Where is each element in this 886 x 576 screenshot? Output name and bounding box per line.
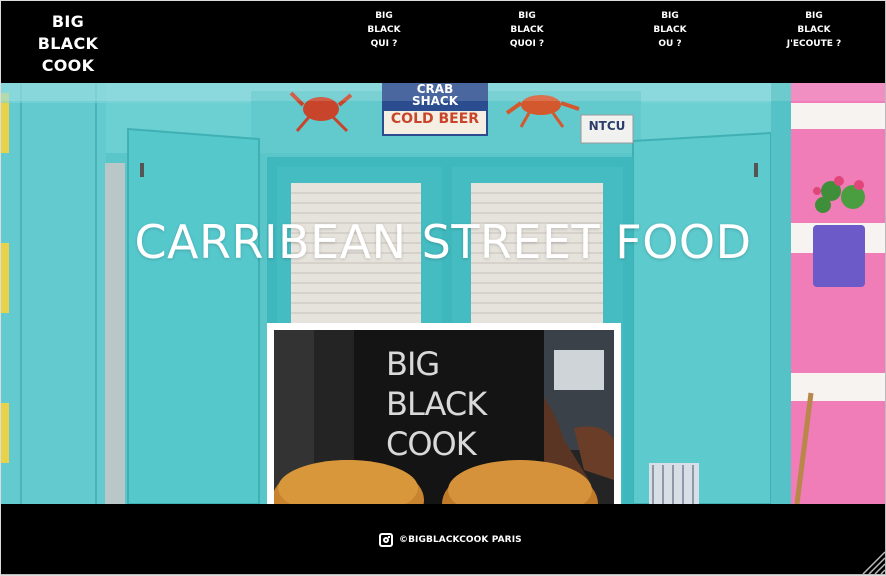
nav-jecoute-line-2: BLACK (797, 25, 831, 35)
nav-quoi-line-2: BLACK (510, 25, 544, 35)
nav-jecoute-line-3: J'ECOUTE ? (786, 39, 842, 49)
apron-line-3: COOK (386, 425, 477, 463)
apron-text: BIG BLACK COOK (386, 344, 526, 464)
nav-quoi-line-3: QUOI ? (509, 39, 545, 49)
logo-line-2: BLACK (37, 34, 99, 53)
nav-qui-line-1: BIG (375, 11, 393, 21)
footer: ©BIGBLACKCOOK PARIS (1, 504, 885, 574)
nav-jecoute-line-1: BIG (805, 11, 823, 21)
resize-grip-icon[interactable] (859, 548, 885, 574)
chef-photo: BIG BLACK COOK (267, 323, 621, 504)
nav-qui-line-3: QUI ? (370, 39, 398, 49)
instagram-link[interactable]: ©BIGBLACKCOOK PARIS (379, 531, 522, 549)
page-frame: BIG BLACK COOK BIG BLACK QUI ? BIG BLACK… (1, 1, 886, 575)
nav-ou-line-3: OU ? (658, 39, 682, 49)
nav-item-jecoute[interactable]: BIG BLACK J'ECOUTE ? (774, 9, 854, 51)
crab-shack-sign: CRAB SHACK COLD BEER (383, 83, 487, 127)
logo-line-1: BIG (51, 12, 85, 31)
hero-section: CRAB SHACK COLD BEER NTCU CARRIBEAN STRE… (1, 83, 885, 504)
nav-ou-line-1: BIG (661, 11, 679, 21)
ntcu-sign: NTCU (588, 119, 626, 133)
nav-item-quoi[interactable]: BIG BLACK QUOI ? (487, 9, 567, 51)
nav-item-ou[interactable]: BIG BLACK OU ? (630, 9, 710, 51)
apron-line-1: BIG (386, 345, 440, 383)
nav-ou-line-2: BLACK (653, 25, 687, 35)
instagram-icon (379, 533, 393, 547)
nav-item-qui[interactable]: BIG BLACK QUI ? (344, 9, 424, 51)
chef-photo-image: BIG BLACK COOK (274, 330, 614, 504)
footer-copyright: ©BIGBLACKCOOK PARIS (399, 535, 522, 545)
nav-qui-line-2: BLACK (367, 25, 401, 35)
logo-line-3: COOK (41, 56, 95, 75)
site-logo[interactable]: BIG BLACK COOK (25, 11, 111, 77)
sign-line-shack: SHACK (411, 94, 459, 108)
apron-line-2: BLACK (386, 385, 487, 423)
sign-line-cold-beer: COLD BEER (390, 111, 480, 127)
nav-quoi-line-1: BIG (518, 11, 536, 21)
top-bar: BIG BLACK COOK BIG BLACK QUI ? BIG BLACK… (1, 1, 885, 83)
hero-title: CARRIBEAN STREET FOOD (134, 215, 752, 269)
